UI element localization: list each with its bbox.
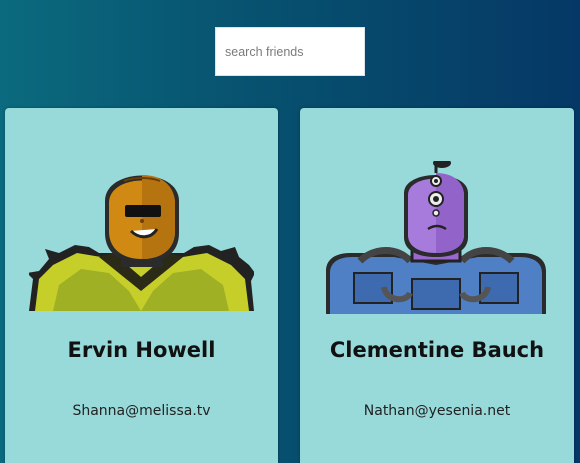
robot-avatar-icon [29,175,254,311]
friend-name: Clementine Bauch [329,338,545,362]
friend-card[interactable]: Clementine Bauch Nathan@yesenia.net [300,108,574,463]
friend-email: Shanna@melissa.tv [72,403,211,419]
search-box [215,27,365,76]
friend-name: Ervin Howell [67,338,216,362]
friend-email: Nathan@yesenia.net [363,403,511,419]
friend-card[interactable]: Ervin Howell Shanna@melissa.tv [5,108,278,463]
search-input[interactable] [215,27,365,76]
robot-avatar-icon [326,161,546,314]
